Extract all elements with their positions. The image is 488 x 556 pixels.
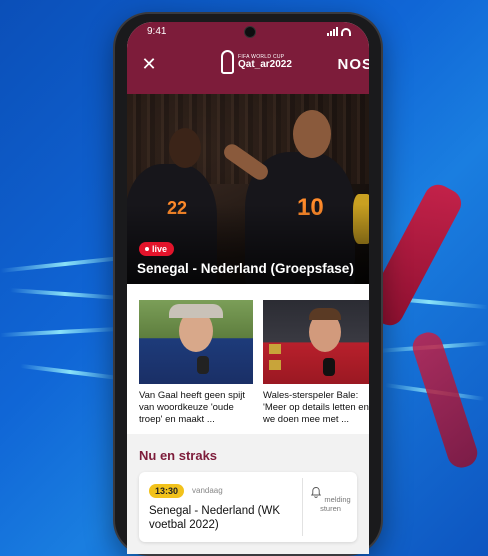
- world-cup-logo: FIFA WORLD CUP Qat_ar2022: [221, 50, 292, 74]
- now-and-later-section: Nu en straks 13:30 vandaag Senegal - Ned…: [127, 434, 369, 554]
- divider: [302, 478, 303, 536]
- signal-icon: [327, 27, 338, 36]
- bell-icon: [311, 487, 322, 498]
- player-left-head: [169, 128, 201, 168]
- notify-label: melding sturen: [320, 495, 351, 513]
- match-title: Senegal - Nederland (WK voetbal 2022): [149, 505, 281, 531]
- trophy-icon: [221, 50, 234, 74]
- logo-title: Qat_ar2022: [238, 58, 292, 70]
- hero-live-item[interactable]: 22 10 live Senegal - Nederland (Groepsfa…: [127, 94, 369, 284]
- notify-button[interactable]: melding sturen: [304, 486, 357, 513]
- article-carousel[interactable]: Van Gaal heeft geen spijt van woordkeuze…: [127, 284, 369, 434]
- article-card-1[interactable]: Van Gaal heeft geen spijt van woordkeuze…: [139, 300, 253, 426]
- signal-icons: [327, 27, 351, 36]
- app-header: 9:41 ✕ FIFA WORLD CUP Qat_ar2022 NOS: [127, 22, 369, 94]
- article-thumbnail-1: [139, 300, 253, 384]
- article-card-2[interactable]: Wales-sterspeler Bale: 'Meer op details …: [263, 300, 369, 426]
- article-title-2: Wales-sterspeler Bale: 'Meer op details …: [263, 390, 369, 425]
- section-heading: Nu en straks: [139, 448, 218, 463]
- live-badge-label: live: [152, 244, 168, 254]
- front-camera: [244, 26, 256, 38]
- player-right-head: [293, 110, 331, 158]
- wifi-icon: [341, 28, 351, 36]
- brand-logo[interactable]: NOS: [337, 56, 369, 73]
- phone-frame: 9:41 ✕ FIFA WORLD CUP Qat_ar2022 NOS liv…: [115, 14, 381, 554]
- status-time: 9:41: [147, 26, 167, 37]
- match-time-badge: 13:30: [149, 484, 185, 498]
- match-day: vandaag: [192, 486, 223, 495]
- app-screen: 9:41 ✕ FIFA WORLD CUP Qat_ar2022 NOS liv…: [127, 22, 369, 554]
- match-card[interactable]: 13:30 vandaag Senegal - Nederland (WK vo…: [139, 472, 357, 542]
- article-title-1: Van Gaal heeft geen spijt van woordkeuze…: [139, 390, 245, 425]
- hero-title: Senegal - Nederland (Groepsfase): [137, 261, 354, 276]
- article-thumbnail-2: [263, 300, 369, 384]
- live-dot-icon: [145, 247, 149, 251]
- close-icon[interactable]: ✕: [141, 55, 157, 73]
- live-badge: live: [139, 242, 175, 256]
